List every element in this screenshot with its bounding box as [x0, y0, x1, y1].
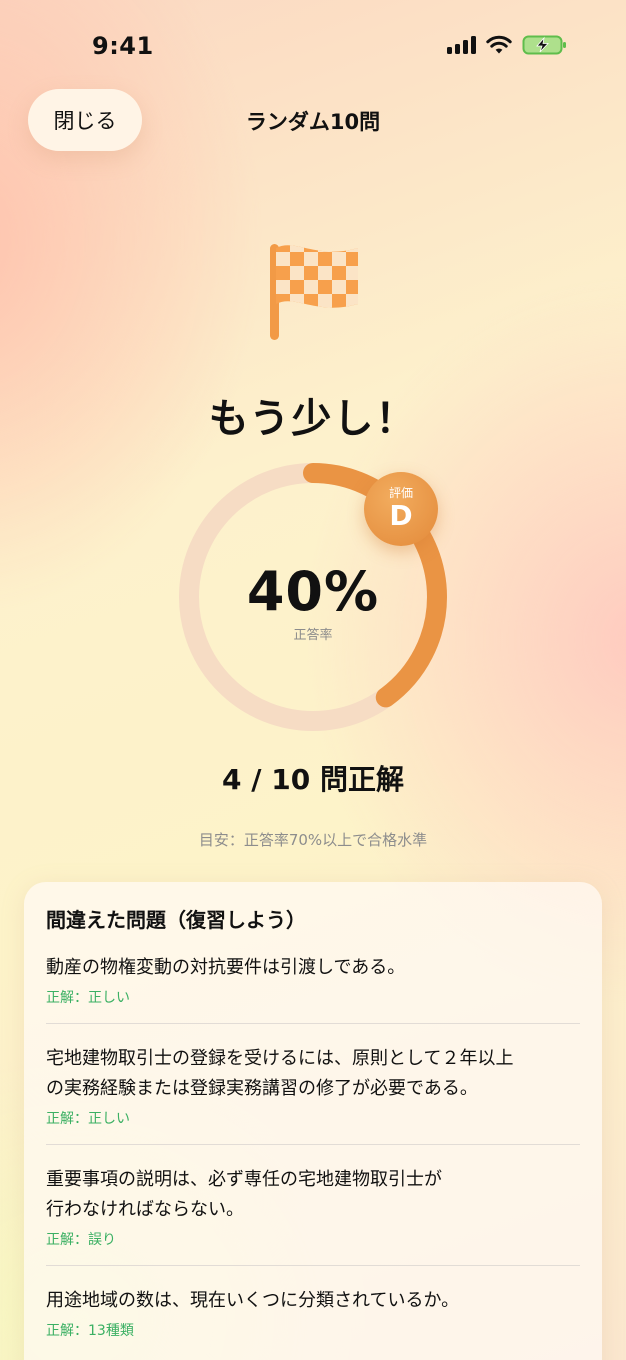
grade-badge-label: 評価 — [388, 486, 413, 500]
review-answer: 正解：正しい — [46, 990, 130, 1006]
score-text: 4 / 10 問正解 — [222, 763, 404, 796]
review-question: 用途地域の数は、現在いくつに分類されているか。 — [46, 1290, 460, 1311]
accuracy-ring: 40% 正答率 評価 D — [168, 452, 458, 742]
review-item[interactable]: 宅地建物取引士の登録を受けるには、原則として２年以上 の実務経験または登録実務講… — [46, 1044, 580, 1145]
status-icons — [447, 34, 568, 56]
review-item[interactable]: 用途地域の数は、現在いくつに分類されているか。 正解：13種類 — [46, 1286, 580, 1356]
battery-charging-icon — [522, 35, 566, 55]
review-question: 動産の物権変動の対抗要件は引渡しである。 — [46, 957, 406, 978]
review-item[interactable]: 動産の物権変動の対抗要件は引渡しである。 正解：正しい — [46, 953, 580, 1024]
review-card: 間違えた問題（復習しよう） 動産の物権変動の対抗要件は引渡しである。 正解：正し… — [24, 882, 602, 1360]
grade-badge: 評価 D — [364, 472, 438, 546]
review-answer: 正解：13種類 — [46, 1323, 134, 1339]
page-title: ランダム10問 — [245, 110, 381, 134]
status-bar: 9:41 — [0, 0, 626, 90]
grade-value: D — [389, 499, 413, 532]
checkered-flag-icon — [270, 244, 358, 340]
review-question: 重要事項の説明は、必ず専任の宅地建物取引士が 行わなければならない。 — [46, 1169, 442, 1220]
review-answer: 正解：誤り — [46, 1232, 116, 1248]
review-item[interactable]: 重要事項の説明は、必ず専任の宅地建物取引士が 行わなければならない。 正解：誤り — [46, 1165, 580, 1266]
review-answer: 正解：正しい — [46, 1111, 130, 1127]
review-question: 宅地建物取引士の登録を受けるには、原則として２年以上 の実務経験または登録実務講… — [46, 1048, 514, 1099]
wifi-icon — [486, 35, 512, 54]
cellular-signal-icon — [447, 36, 476, 54]
pass-hint: 目安：正答率70%以上で合格水準 — [198, 831, 428, 849]
result-headline: もう少し！ — [208, 396, 418, 442]
accuracy-label: 正答率 — [293, 628, 333, 643]
accuracy-percent: 40% — [246, 560, 380, 623]
review-title: 間違えた問題（復習しよう） — [46, 908, 306, 932]
status-time: 9:41 — [92, 32, 154, 60]
